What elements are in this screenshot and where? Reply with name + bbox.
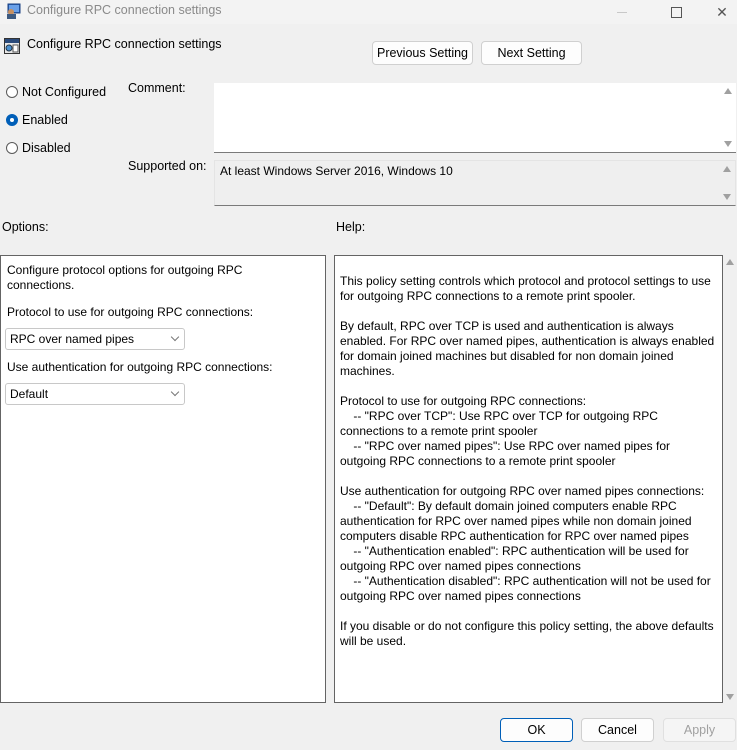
radio-label: Not Configured bbox=[22, 85, 107, 99]
help-scrollbar[interactable] bbox=[723, 255, 737, 703]
policy-title: Configure RPC connection settings bbox=[27, 37, 222, 51]
close-button[interactable]: ✕ bbox=[699, 0, 737, 24]
radio-disabled[interactable]: Disabled bbox=[6, 141, 71, 155]
scroll-down-icon[interactable] bbox=[726, 694, 734, 700]
window-title: Configure RPC connection settings bbox=[27, 3, 222, 17]
supported-on-field: At least Windows Server 2016, Windows 10 bbox=[214, 160, 736, 206]
comment-scrollbar[interactable] bbox=[720, 83, 736, 152]
ok-button[interactable]: OK bbox=[500, 718, 573, 742]
supported-on-label: Supported on: bbox=[128, 159, 207, 173]
close-icon: ✕ bbox=[716, 3, 728, 20]
comment-label: Comment: bbox=[128, 81, 186, 95]
apply-button[interactable]: Apply bbox=[663, 718, 736, 742]
maximize-button[interactable] bbox=[653, 0, 699, 24]
scroll-up-icon[interactable] bbox=[726, 259, 734, 265]
minimize-button[interactable] bbox=[599, 0, 645, 24]
chevron-down-icon bbox=[170, 387, 180, 397]
auth-label: Use authentication for outgoing RPC conn… bbox=[7, 360, 273, 374]
help-text: This policy setting controls which proto… bbox=[340, 274, 715, 648]
options-panel: Configure protocol options for outgoing … bbox=[0, 255, 326, 703]
radio-circle[interactable] bbox=[6, 86, 18, 98]
radio-label: Disabled bbox=[22, 141, 71, 155]
chevron-down-icon bbox=[170, 332, 180, 342]
supported-scrollbar[interactable] bbox=[719, 161, 735, 205]
next-setting-button[interactable]: Next Setting bbox=[481, 41, 582, 65]
radio-not-configured[interactable]: Not Configured bbox=[6, 85, 106, 99]
scroll-up-icon[interactable] bbox=[724, 88, 732, 94]
scroll-down-icon[interactable] bbox=[724, 141, 732, 147]
options-heading: Options: bbox=[2, 220, 49, 234]
policy-app-icon bbox=[7, 3, 21, 19]
scroll-down-icon[interactable] bbox=[723, 194, 731, 200]
policy-setting-icon bbox=[4, 38, 20, 54]
previous-setting-button[interactable]: Previous Setting bbox=[372, 41, 473, 65]
protocol-label: Protocol to use for outgoing RPC connect… bbox=[7, 305, 254, 319]
protocol-select-value: RPC over named pipes bbox=[10, 332, 135, 346]
supported-on-value: At least Windows Server 2016, Windows 10 bbox=[220, 164, 453, 178]
auth-select-value: Default bbox=[10, 387, 49, 401]
scroll-up-icon[interactable] bbox=[723, 166, 731, 172]
protocol-select[interactable]: RPC over named pipes bbox=[5, 328, 185, 350]
cancel-button[interactable]: Cancel bbox=[581, 718, 654, 742]
minimize-icon bbox=[617, 11, 627, 13]
options-description: Configure protocol options for outgoing … bbox=[7, 263, 243, 292]
help-heading: Help: bbox=[336, 220, 366, 234]
maximize-icon bbox=[670, 6, 682, 18]
help-panel: This policy setting controls which proto… bbox=[334, 255, 723, 703]
auth-select[interactable]: Default bbox=[5, 383, 185, 405]
radio-circle[interactable] bbox=[6, 142, 18, 154]
comment-textarea[interactable] bbox=[214, 82, 736, 153]
title-bar: Configure RPC connection settings ✕ bbox=[0, 0, 737, 24]
radio-label: Enabled bbox=[22, 113, 68, 127]
radio-enabled[interactable]: Enabled bbox=[6, 113, 68, 127]
radio-circle-checked[interactable] bbox=[6, 114, 18, 126]
